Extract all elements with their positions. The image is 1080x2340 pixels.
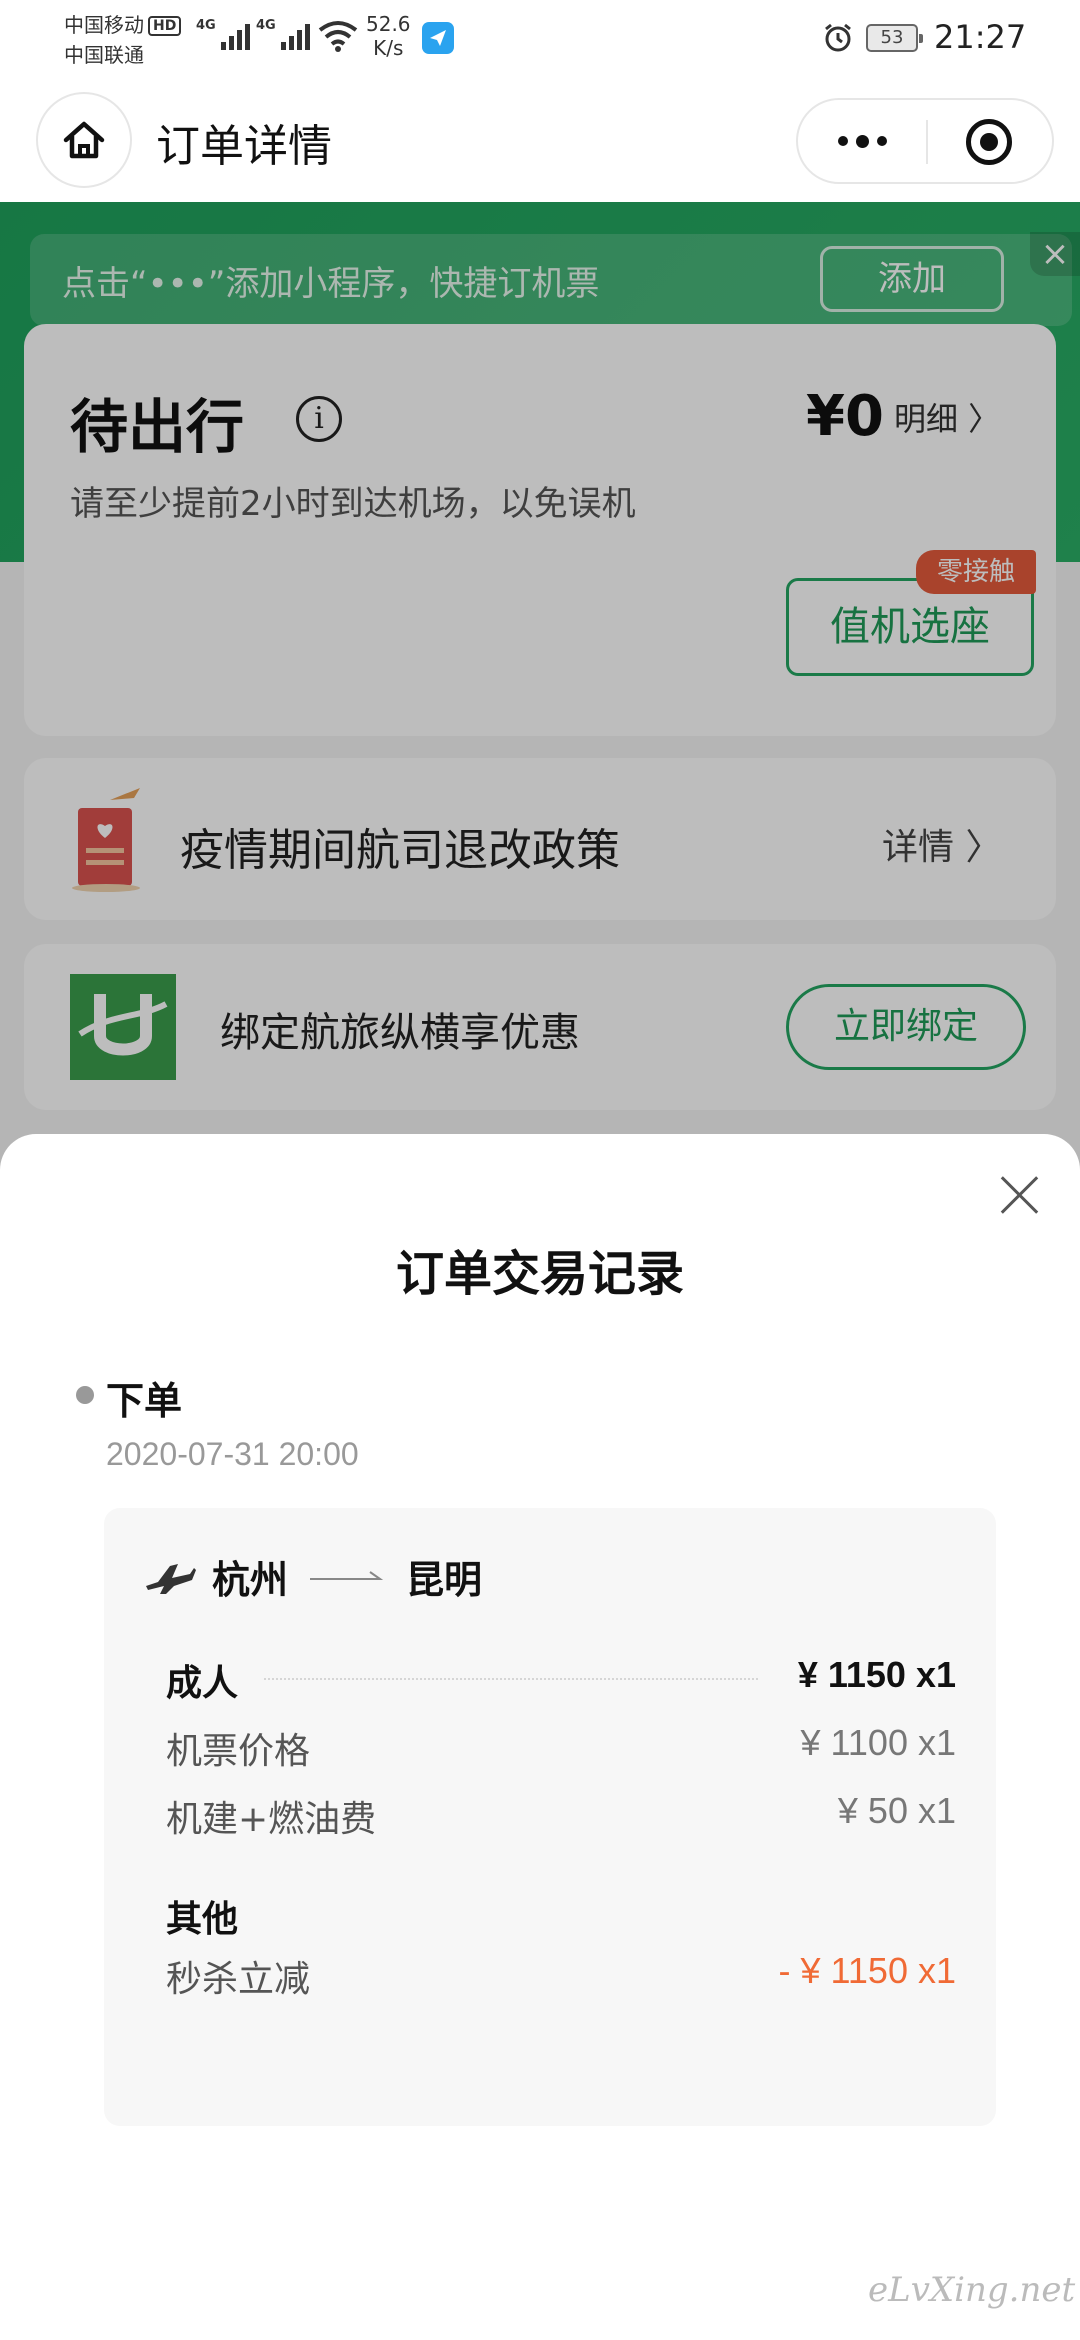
fare-group-other: 其他	[166, 1890, 956, 1942]
fare-line-item: 秒杀立减 - ¥ 1150 x1	[166, 1950, 956, 2002]
carrier-2: 中国联通	[64, 43, 144, 67]
carrier-info: 中国移动 HD 中国联通	[64, 10, 182, 70]
fare-line-item: 机建+燃油费 ¥ 50 x1	[166, 1790, 956, 1842]
discount-value: - ¥ 1150 x1	[778, 1950, 956, 1991]
page-title: 订单详情	[156, 121, 332, 172]
arrow-right-icon	[310, 1571, 384, 1580]
fare-item-value: ¥ 1100 x1	[800, 1722, 956, 1763]
capsule-divider	[926, 120, 928, 164]
network-speed: 52.6 K/s	[366, 12, 411, 60]
wifi-icon	[318, 21, 358, 52]
fare-group-total: ¥ 1150 x1	[797, 1654, 956, 1695]
carrier-1: 中国移动	[64, 13, 144, 37]
fare-group-label: 其他	[166, 1899, 239, 1940]
fare-group-adult: 成人 ¥ 1150 x1	[166, 1654, 956, 1706]
battery-icon: 53	[866, 24, 923, 52]
flight-route: 杭州 昆明	[144, 1548, 482, 1604]
status-bar: 中国移动 HD 中国联通 4G 4G 52.6 K/s 53 21:27	[0, 0, 1080, 80]
hd-badge: HD	[148, 16, 182, 36]
fare-item-label: 秒杀立减	[166, 1959, 311, 2000]
signal-icon: 4G	[196, 18, 250, 50]
fare-item-label: 机建+燃油费	[166, 1799, 377, 1840]
more-dots-icon[interactable]	[798, 100, 926, 182]
target-close-icon[interactable]	[966, 119, 1012, 165]
departure-city: 杭州	[212, 1557, 289, 1602]
fare-item-value: ¥ 50 x1	[837, 1790, 956, 1831]
status-time: 21:27	[934, 18, 1027, 56]
timeline-label: 下单	[106, 1379, 183, 1423]
fare-group-label: 成人	[166, 1663, 239, 1704]
timeline-time: 2020-07-31 20:00	[106, 1436, 359, 1472]
watermark: eLvXing.net	[868, 2270, 1076, 2310]
mini-program-capsule	[796, 98, 1054, 184]
fare-item-label: 机票价格	[166, 1731, 311, 1772]
sheet-title: 订单交易记录	[395, 1246, 684, 1302]
transaction-record-sheet: 订单交易记录 下单 2020-07-31 20:00 杭州 昆明 成人 ¥ 11…	[0, 1134, 1080, 2340]
order-record-card: 杭州 昆明 成人 ¥ 1150 x1 机票价格 ¥ 1100 x1 机建+燃油费…	[104, 1508, 996, 2126]
app-notification-icon	[422, 22, 454, 54]
close-icon[interactable]	[994, 1170, 1044, 1220]
fare-line-item: 机票价格 ¥ 1100 x1	[166, 1722, 956, 1774]
dotted-divider	[264, 1678, 758, 1680]
signal-icon: 4G	[256, 18, 310, 50]
home-icon	[63, 121, 105, 159]
alarm-icon	[825, 23, 851, 52]
home-button[interactable]	[36, 92, 132, 188]
timeline-dot	[76, 1386, 94, 1404]
nav-bar: 订单详情	[0, 80, 1080, 202]
airplane-icon	[146, 1564, 196, 1594]
arrival-city: 昆明	[406, 1557, 483, 1602]
